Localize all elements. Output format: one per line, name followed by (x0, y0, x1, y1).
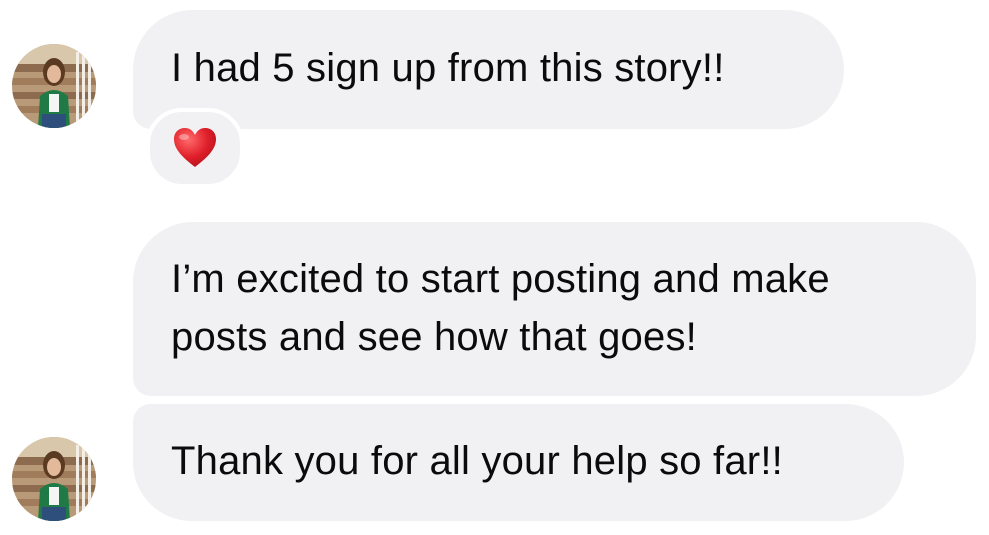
message-bubble[interactable]: Thank you for all your help so far!! (133, 404, 904, 521)
message-reaction[interactable] (146, 108, 244, 188)
avatar-photo (12, 437, 96, 521)
avatar-photo (12, 44, 96, 128)
sender-avatar[interactable] (12, 44, 96, 128)
message-text-line: I’m excited to start posting and make (171, 257, 830, 301)
message-text-line: posts and see how that goes! (171, 315, 697, 359)
sender-avatar[interactable] (12, 437, 96, 521)
message-bubble[interactable]: I had 5 sign up from this story!! (133, 10, 844, 129)
message-bubble[interactable]: I’m excited to start posting and make po… (133, 222, 976, 396)
message-text: Thank you for all your help so far!! (171, 439, 783, 483)
heart-icon (174, 128, 216, 167)
message-text: I had 5 sign up from this story!! (171, 46, 725, 90)
